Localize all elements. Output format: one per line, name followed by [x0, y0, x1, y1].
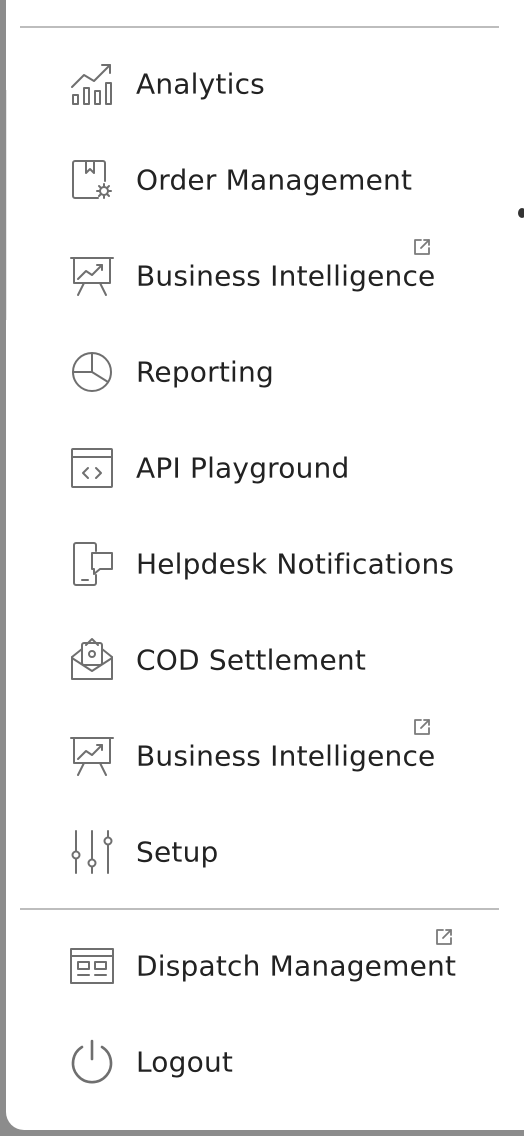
- menu-label: Logout: [136, 1045, 234, 1079]
- menu-label: Helpdesk Notifications: [136, 547, 455, 581]
- menu-item-business-intelligence[interactable]: Business Intelligence: [0, 230, 510, 322]
- menu-item-business-intelligence-2[interactable]: Business Intelligence: [0, 710, 510, 802]
- menu-item-analytics[interactable]: Analytics: [0, 38, 510, 130]
- background-dot: [518, 208, 524, 218]
- sliders-icon: [66, 829, 118, 875]
- power-icon: [66, 1039, 118, 1085]
- menu-label: API Playground: [136, 451, 350, 485]
- menu-label: Business Intelligence: [136, 259, 436, 293]
- code-window-icon: [66, 445, 118, 491]
- menu-label: Order Management: [136, 163, 413, 197]
- menu-item-reporting[interactable]: Reporting: [0, 326, 510, 418]
- external-link-icon: [413, 238, 431, 256]
- menu-item-helpdesk-notifications[interactable]: Helpdesk Notifications: [0, 518, 510, 610]
- menu-item-api-playground[interactable]: API Playground: [0, 422, 510, 514]
- menu-label: Business Intelligence: [136, 739, 436, 773]
- external-link-icon: [435, 928, 453, 946]
- presentation-board-icon: [66, 253, 118, 299]
- footer-divider: [20, 908, 499, 910]
- menu-item-dispatch-management[interactable]: Dispatch Management: [0, 920, 510, 1012]
- menu-label: COD Settlement: [136, 643, 367, 677]
- menu-label: Reporting: [136, 355, 274, 389]
- menu-item-order-management[interactable]: Order Management: [0, 134, 510, 226]
- envelope-money-icon: [66, 637, 118, 683]
- menu-item-cod-settlement[interactable]: COD Settlement: [0, 614, 510, 706]
- external-link-icon: [413, 718, 431, 736]
- presentation-board-icon: [66, 733, 118, 779]
- menu-label: Setup: [136, 835, 219, 869]
- menu-item-setup[interactable]: Setup: [0, 806, 510, 898]
- analytics-chart-icon: [66, 61, 118, 107]
- menu-label: Dispatch Management: [136, 949, 457, 983]
- order-management-icon: [66, 157, 118, 203]
- phone-chat-icon: [66, 541, 118, 587]
- pie-chart-icon: [66, 349, 118, 395]
- menu-item-logout[interactable]: Logout: [0, 1016, 510, 1108]
- menu-label: Analytics: [136, 67, 265, 101]
- top-divider: [20, 26, 499, 28]
- dispatch-board-icon: [66, 943, 118, 989]
